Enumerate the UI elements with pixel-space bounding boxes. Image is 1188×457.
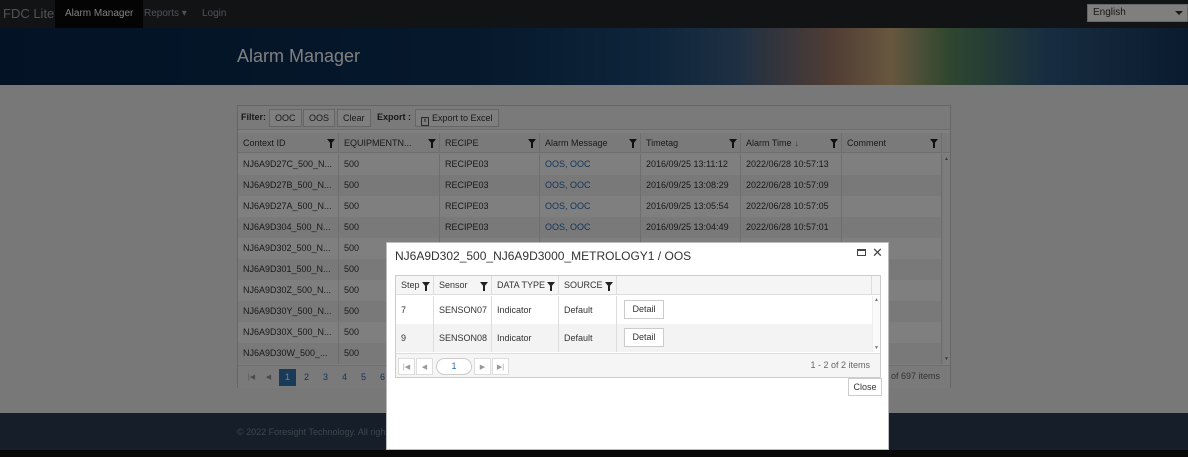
column-title: DATA TYPE xyxy=(497,280,546,290)
dialog-title: NJ6A9D302_500_NJ6A9D3000_METROLOGY1 / OO… xyxy=(395,249,692,263)
filter-icon[interactable] xyxy=(547,282,555,291)
cell-step: 7 xyxy=(396,296,434,324)
cell-sensor: SENSON08 xyxy=(434,324,492,352)
filter-icon[interactable] xyxy=(480,282,488,291)
column-header-step[interactable]: Step xyxy=(396,276,434,295)
next-page-icon[interactable]: ▶ xyxy=(474,358,491,375)
first-page-icon[interactable]: |◀ xyxy=(398,358,415,375)
alarm-detail-dialog: NJ6A9D302_500_NJ6A9D3000_METROLOGY1 / OO… xyxy=(386,242,889,450)
column-header-sensor[interactable]: Sensor xyxy=(434,276,492,295)
filter-icon[interactable] xyxy=(422,282,430,291)
column-title: Step xyxy=(401,280,420,290)
cell-sensor: SENSON07 xyxy=(434,296,492,324)
table-row[interactable]: 7 SENSON07 Indicator Default Detail xyxy=(396,296,872,324)
cell-source: Default xyxy=(559,324,617,352)
sensor-grid-pager: |◀ ◀ 1 ▶ ▶| 1 - 2 of 2 items xyxy=(396,353,880,377)
detail-button[interactable]: Detail xyxy=(624,328,664,347)
column-title: Sensor xyxy=(439,280,468,290)
page-number-input[interactable]: 1 xyxy=(436,358,472,375)
column-header-source[interactable]: SOURCE xyxy=(559,276,617,295)
cell-data-type: Indicator xyxy=(492,296,559,324)
scroll-down-icon[interactable]: ▼ xyxy=(874,345,879,351)
last-page-icon[interactable]: ▶| xyxy=(492,358,509,375)
sensor-grid-header: Step Sensor DATA TYPE SOURCE xyxy=(396,276,880,295)
column-title: SOURCE xyxy=(564,280,603,290)
filter-icon[interactable] xyxy=(605,282,613,291)
pager-info: 1 - 2 of 2 items xyxy=(810,360,870,370)
scroll-up-icon[interactable]: ▲ xyxy=(874,297,879,303)
cell-data-type: Indicator xyxy=(492,324,559,352)
close-icon[interactable]: ✕ xyxy=(872,245,883,261)
column-header-data-type[interactable]: DATA TYPE xyxy=(492,276,559,295)
sensor-grid-scrollbar[interactable]: ▲ ▼ xyxy=(872,296,880,352)
detail-button[interactable]: Detail xyxy=(624,300,664,319)
cell-source: Default xyxy=(559,296,617,324)
sensor-grid: Step Sensor DATA TYPE SOURCE 7 SENSON07 … xyxy=(395,275,881,378)
maximize-icon[interactable] xyxy=(857,249,866,256)
prev-page-icon[interactable]: ◀ xyxy=(416,358,433,375)
column-header-action xyxy=(617,276,872,295)
table-row[interactable]: 9 SENSON08 Indicator Default Detail xyxy=(396,324,872,352)
close-button[interactable]: Close xyxy=(848,378,882,396)
cell-step: 9 xyxy=(396,324,434,352)
